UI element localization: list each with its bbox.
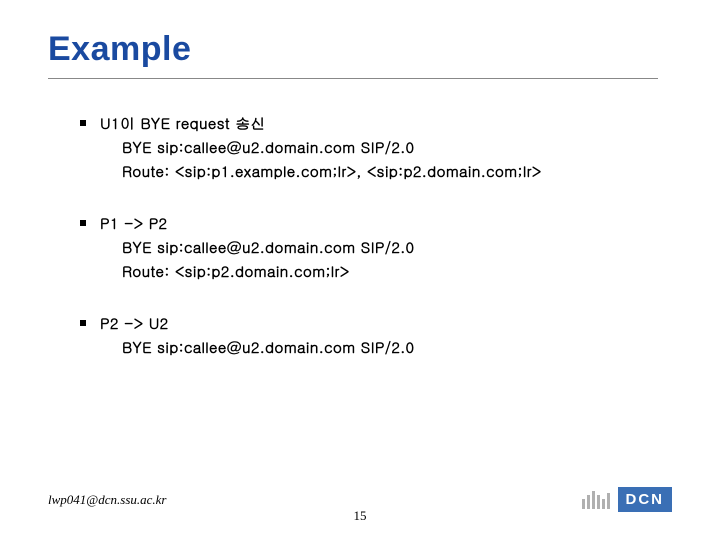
bullet-head-1: U1이 BYE request 송신	[100, 112, 266, 136]
bullet-2-line-1: BYE sip:callee@u2.domain.com SIP/2.0	[122, 236, 660, 260]
bullet-line: P2 -> U2	[80, 312, 660, 336]
slide: Example U1이 BYE request 송신 BYE sip:calle…	[0, 0, 720, 540]
content-area: U1이 BYE request 송신 BYE sip:callee@u2.dom…	[80, 112, 660, 388]
bullet-line: U1이 BYE request 송신	[80, 112, 660, 136]
bullet-icon	[80, 320, 86, 326]
bullet-block-2: P1 -> P2 BYE sip:callee@u2.domain.com SI…	[80, 212, 660, 284]
bullet-icon	[80, 120, 86, 126]
bullet-1-line-2: Route: <sip:p1.example.com;lr>, <sip:p2.…	[122, 160, 660, 184]
slide-title: Example	[48, 30, 191, 69]
bullet-icon	[80, 220, 86, 226]
bullet-block-3: P2 -> U2 BYE sip:callee@u2.domain.com SI…	[80, 312, 660, 360]
title-underline	[48, 78, 658, 79]
footer-page-number: 15	[354, 508, 367, 524]
bullet-line: P1 -> P2	[80, 212, 660, 236]
bullet-3-line-1: BYE sip:callee@u2.domain.com SIP/2.0	[122, 336, 660, 360]
bullet-block-1: U1이 BYE request 송신 BYE sip:callee@u2.dom…	[80, 112, 660, 184]
bullet-head-3: P2 -> U2	[100, 312, 169, 336]
logo: DCN	[582, 487, 673, 512]
logo-text: DCN	[618, 487, 673, 512]
bullet-1-line-1: BYE sip:callee@u2.domain.com SIP/2.0	[122, 136, 660, 160]
footer-email: lwp041@dcn.ssu.ac.kr	[48, 492, 166, 508]
bullet-2-line-2: Route: <sip:p2.domain.com;lr>	[122, 260, 660, 284]
bullet-head-2: P1 -> P2	[100, 212, 167, 236]
logo-bars-icon	[582, 491, 610, 509]
